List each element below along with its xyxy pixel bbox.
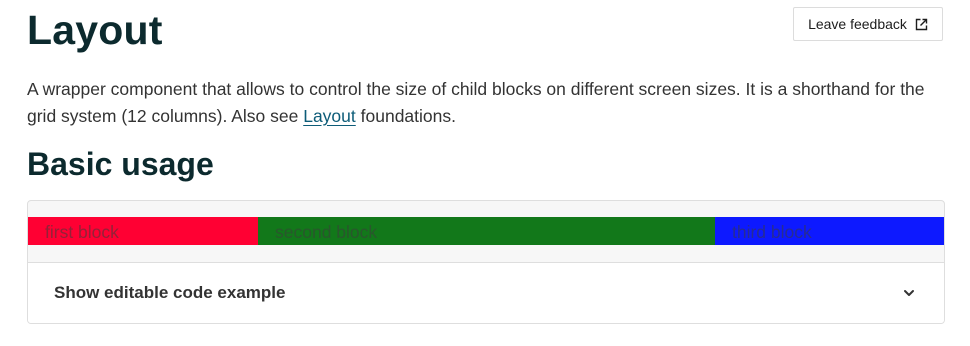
show-code-example-toggle[interactable]: Show editable code example: [28, 262, 944, 323]
leave-feedback-button[interactable]: Leave feedback: [793, 7, 943, 41]
layout-foundations-link[interactable]: Layout: [303, 106, 356, 126]
layout-example: first block second block third block: [28, 217, 944, 245]
first-block: first block: [28, 217, 258, 245]
example-preview-box: first block second block third block Sho…: [27, 200, 945, 324]
intro-description: A wrapper component that allows to contr…: [27, 76, 927, 130]
show-code-example-label: Show editable code example: [54, 283, 286, 302]
external-link-icon: [915, 18, 928, 31]
third-block: third block: [715, 217, 944, 245]
intro-text-after: foundations.: [355, 106, 456, 126]
section-title-basic-usage: Basic usage: [27, 146, 214, 182]
page-title: Layout: [27, 7, 163, 53]
chevron-down-icon: [902, 286, 916, 300]
second-block: second block: [258, 217, 715, 245]
page: Layout Leave feedback A wrapper componen…: [0, 0, 970, 346]
leave-feedback-label: Leave feedback: [808, 16, 907, 32]
intro-text-before: A wrapper component that allows to contr…: [27, 79, 925, 126]
